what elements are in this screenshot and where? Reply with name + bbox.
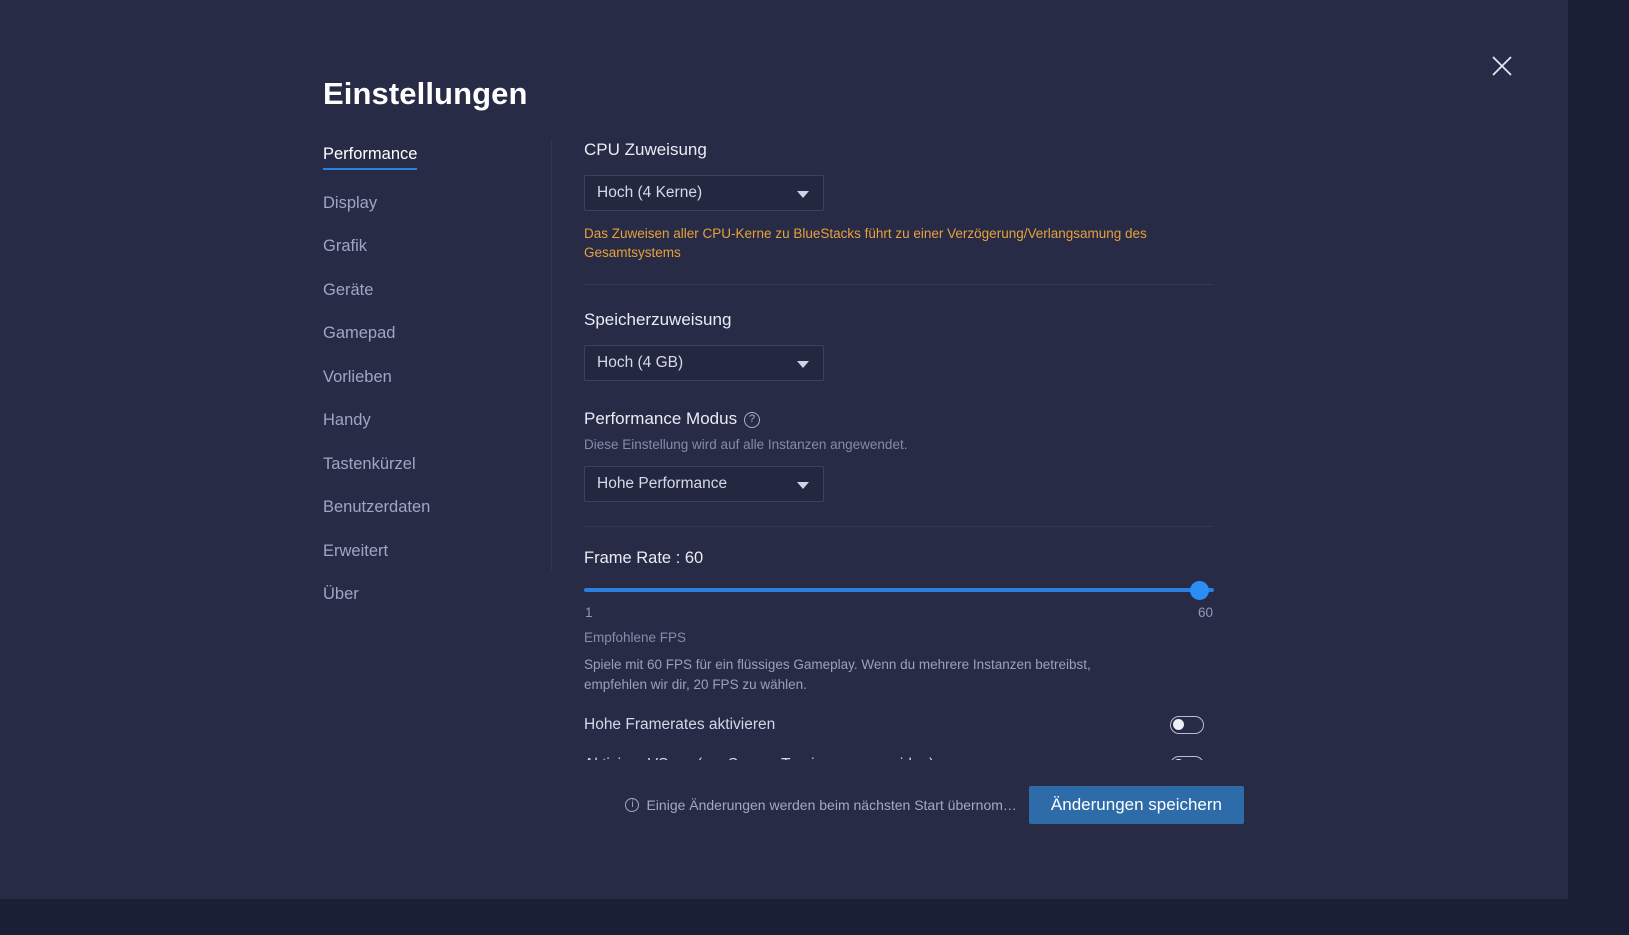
page-title: Einstellungen <box>323 76 528 111</box>
cpu-allocation-label: CPU Zuweisung <box>584 140 707 159</box>
slider-min-label: 1 <box>585 605 593 621</box>
sidebar-item-tastenkuerzel[interactable]: Tastenkürzel <box>323 455 416 475</box>
recommended-fps-description: Spiele mit 60 FPS für ein flüssiges Game… <box>584 657 1091 692</box>
sidebar-item-grafik[interactable]: Grafik <box>323 238 367 257</box>
chevron-down-icon <box>797 482 809 490</box>
high-framerates-label: Hohe Framerates aktivieren <box>584 716 776 734</box>
frame-rate-slider[interactable] <box>584 581 1214 601</box>
sidebar-item-geraete[interactable]: Geräte <box>323 281 373 301</box>
chevron-down-icon <box>797 191 809 198</box>
save-changes-button[interactable]: Änderungen speichern <box>1028 786 1244 824</box>
sidebar-item-vorlieben[interactable]: Vorlieben <box>323 368 392 388</box>
frame-rate-label: Frame Rate : 60 <box>584 549 704 568</box>
sidebar-item-erweitert[interactable]: Erweitert <box>323 542 388 562</box>
sidebar-item-performance[interactable]: Performance <box>323 146 418 170</box>
sidebar-item-gamepad[interactable]: Gamepad <box>323 325 395 344</box>
restart-note-text: Einige Änderungen werden beim nächsten S… <box>646 797 1017 813</box>
settings-panel: Einstellungen Performance Display Grafik… <box>0 0 1568 899</box>
performance-mode-label: Performance Modus? <box>584 409 1224 429</box>
high-framerates-toggle[interactable] <box>1170 716 1204 735</box>
performance-mode-value: Hohe Performance <box>597 475 728 493</box>
sidebar: Performance Display Grafik Geräte Gamepa… <box>323 146 533 630</box>
sidebar-item-display[interactable]: Display <box>323 194 377 214</box>
section-divider-2 <box>584 526 1214 528</box>
toggle-knob <box>1173 719 1184 731</box>
cpu-warning-text: Das Zuweisen aller CPU-Kerne zu BlueStac… <box>584 226 1147 260</box>
recommended-fps-heading: Empfohlene FPS <box>584 630 687 646</box>
toggle-row-high-framerates: Hohe Framerates aktivieren <box>584 716 1204 735</box>
close-button[interactable] <box>1488 52 1516 80</box>
sidebar-item-ueber[interactable]: Über <box>323 586 359 605</box>
slider-max-label: 60 <box>1197 605 1213 621</box>
vsync-label: Aktiviere VSync (um Screen Tearing zu ve… <box>584 756 934 760</box>
memory-allocation-value: Hoch (4 GB) <box>597 354 684 372</box>
slider-track <box>584 588 1214 593</box>
memory-allocation-label: Speicherzuweisung <box>584 310 732 330</box>
section-divider-1 <box>584 284 1214 286</box>
restart-note: i Einige Änderungen werden beim nächsten… <box>625 797 1017 813</box>
sidebar-item-handy[interactable]: Handy <box>323 412 371 431</box>
cpu-allocation-dropdown[interactable]: Hoch (4 Kerne) <box>584 175 824 211</box>
settings-content-scroll[interactable]: CPU Zuweisung Hoch (4 Kerne) Das Zuweise… <box>584 140 1224 760</box>
chevron-down-icon <box>797 361 809 369</box>
performance-mode-subtitle: Diese Einstellung wird auf alle Instanze… <box>584 437 908 453</box>
cpu-allocation-value: Hoch (4 Kerne) <box>597 184 703 201</box>
vsync-toggle[interactable] <box>1170 756 1204 760</box>
settings-window: Einstellungen Performance Display Grafik… <box>0 0 1629 935</box>
question-mark-icon[interactable]: ? <box>744 411 761 428</box>
slider-thumb[interactable] <box>1190 581 1209 601</box>
toggle-row-vsync: Aktiviere VSync (um Screen Tearing zu ve… <box>584 756 1204 760</box>
toggle-knob <box>1173 759 1184 760</box>
close-icon <box>1491 55 1513 77</box>
performance-mode-dropdown[interactable]: Hohe Performance <box>584 466 824 503</box>
sidebar-item-benutzerdaten[interactable]: Benutzerdaten <box>323 499 430 518</box>
performance-mode-title: Performance Modus <box>584 409 738 429</box>
sidebar-divider <box>551 140 552 570</box>
memory-allocation-dropdown[interactable]: Hoch (4 GB) <box>584 345 824 382</box>
info-icon: i <box>625 798 640 812</box>
footer-bar: i Einige Änderungen werden beim nächsten… <box>584 770 1244 840</box>
